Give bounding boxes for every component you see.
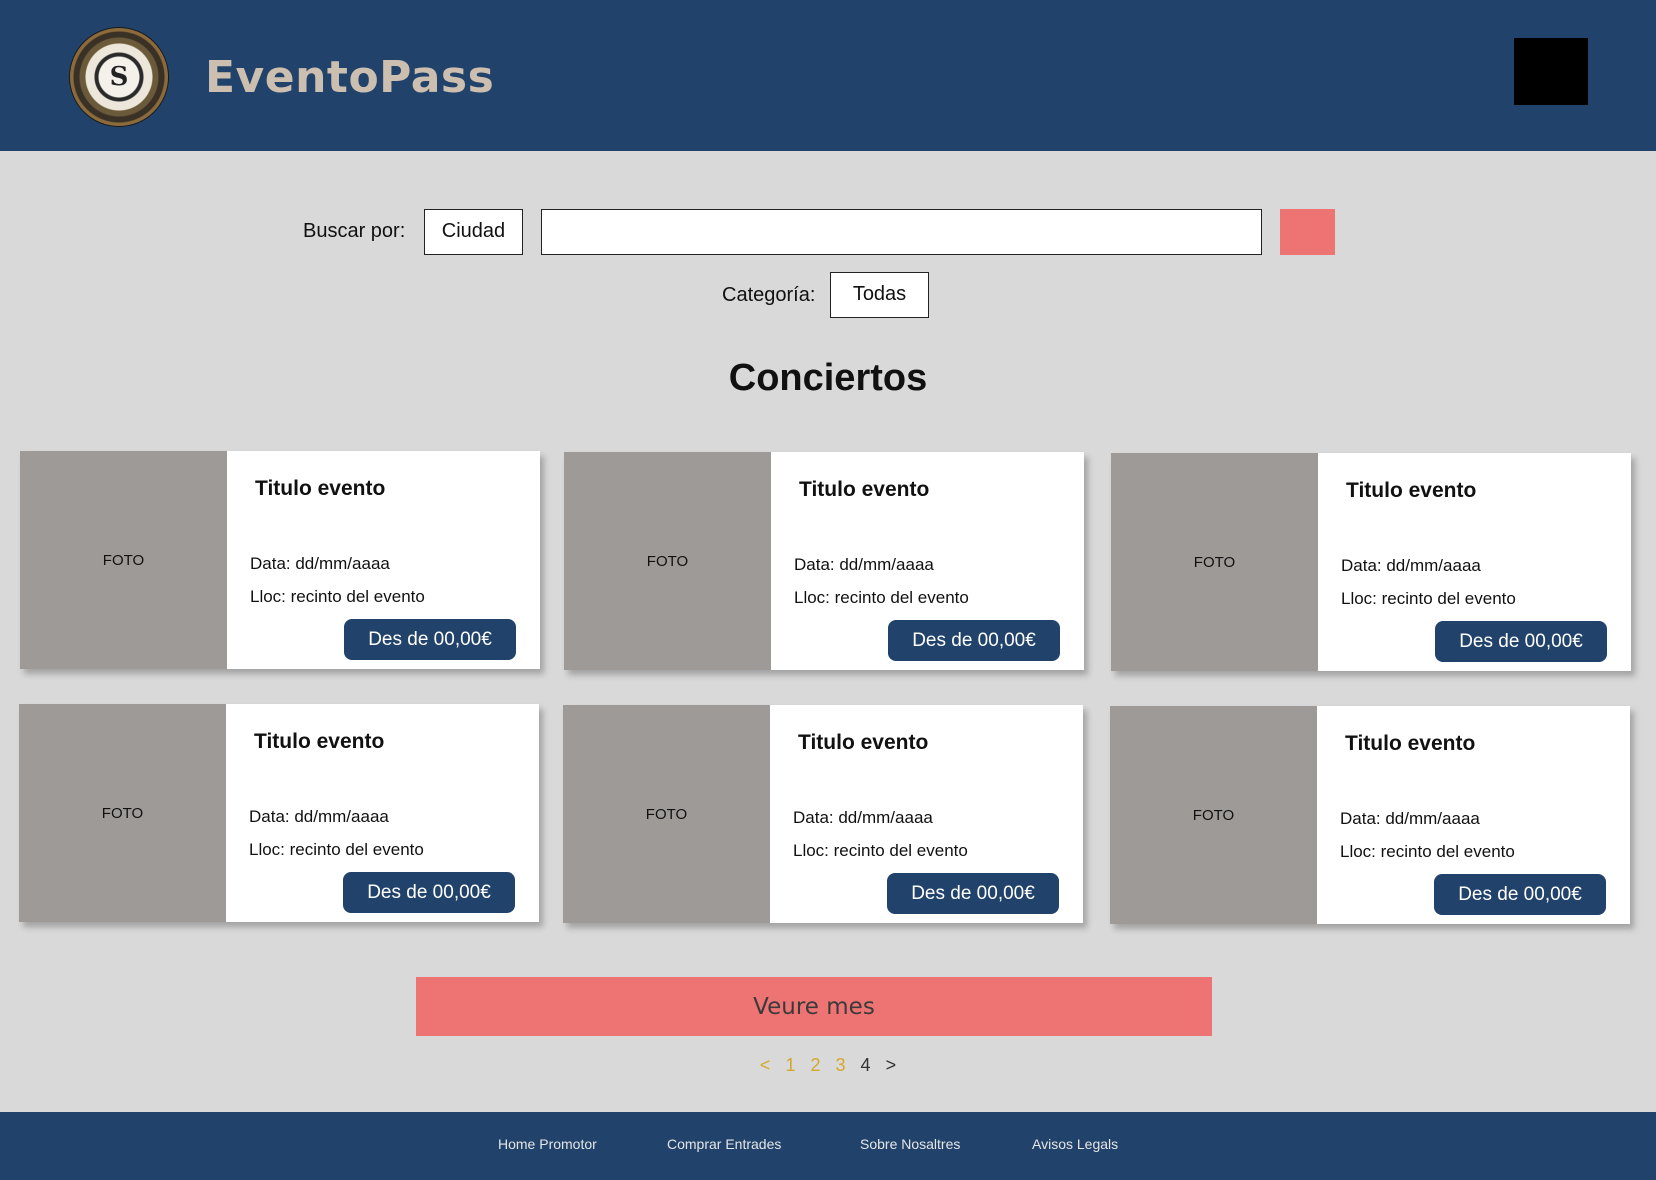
footer-link-home-promotor[interactable]: Home Promotor: [498, 1136, 597, 1152]
event-card[interactable]: FOTO Titulo evento Data: dd/mm/aaaa Lloc…: [563, 705, 1083, 923]
buy-ticket-button[interactable]: Des de 00,00€: [887, 873, 1059, 914]
event-card[interactable]: FOTO Titulo evento Data: dd/mm/aaaa Lloc…: [20, 451, 540, 669]
event-card[interactable]: FOTO Titulo evento Data: dd/mm/aaaa Lloc…: [1111, 453, 1631, 671]
buy-ticket-button[interactable]: Des de 00,00€: [888, 620, 1060, 661]
event-photo: FOTO: [563, 705, 770, 923]
event-card[interactable]: FOTO Titulo evento Data: dd/mm/aaaa Lloc…: [1110, 706, 1630, 924]
buy-ticket-button[interactable]: Des de 00,00€: [344, 619, 516, 660]
event-date: Data: dd/mm/aaaa: [794, 555, 934, 574]
event-photo: FOTO: [20, 451, 227, 669]
event-venue: Lloc: recinto del evento: [794, 588, 969, 607]
event-date: Data: dd/mm/aaaa: [1341, 556, 1481, 575]
brand-logo[interactable]: S: [70, 28, 168, 126]
footer-link-sobre-nosaltres[interactable]: Sobre Nosaltres: [860, 1136, 960, 1152]
buy-ticket-button[interactable]: Des de 00,00€: [343, 872, 515, 913]
page-link[interactable]: 1: [785, 1055, 795, 1076]
buy-ticket-button[interactable]: Des de 00,00€: [1435, 621, 1607, 662]
search-by-label: Buscar por:: [303, 220, 406, 242]
event-venue: Lloc: recinto del evento: [249, 840, 424, 859]
photo-placeholder-label: FOTO: [1192, 806, 1235, 824]
buy-ticket-button[interactable]: Des de 00,00€: [1434, 874, 1606, 915]
photo-placeholder-label: FOTO: [102, 551, 145, 569]
event-title[interactable]: Titulo evento: [255, 477, 385, 501]
page-link[interactable]: 2: [810, 1055, 820, 1076]
event-title[interactable]: Titulo evento: [1345, 732, 1475, 756]
brand-name[interactable]: EventoPass: [205, 52, 494, 103]
next-page-icon[interactable]: >: [886, 1055, 897, 1076]
search-button[interactable]: [1280, 209, 1335, 255]
event-title[interactable]: Titulo evento: [799, 478, 929, 502]
event-photo: FOTO: [564, 452, 771, 670]
event-title[interactable]: Titulo evento: [1346, 479, 1476, 503]
prev-page-icon[interactable]: <: [760, 1055, 771, 1076]
site-footer: Home Promotor Comprar Entrades Sobre Nos…: [0, 1112, 1656, 1180]
event-title[interactable]: Titulo evento: [254, 730, 384, 754]
footer-link-comprar-entrades[interactable]: Comprar Entrades: [667, 1136, 781, 1152]
site-header: S EventoPass: [0, 0, 1656, 151]
logo-emblem: S: [109, 62, 129, 92]
photo-placeholder-label: FOTO: [646, 552, 689, 570]
search-input[interactable]: [541, 209, 1262, 255]
section-title: Conciertos: [728, 357, 928, 399]
search-field-select[interactable]: Ciudad: [424, 209, 523, 255]
event-date: Data: dd/mm/aaaa: [793, 808, 933, 827]
event-card[interactable]: FOTO Titulo evento Data: dd/mm/aaaa Lloc…: [564, 452, 1084, 670]
category-label: Categoría:: [722, 284, 816, 306]
current-page[interactable]: 4: [861, 1055, 871, 1076]
event-photo: FOTO: [1110, 706, 1317, 924]
page-link[interactable]: 3: [836, 1055, 846, 1076]
footer-link-avisos-legals[interactable]: Avisos Legals: [1032, 1136, 1118, 1152]
photo-placeholder-label: FOTO: [101, 804, 144, 822]
event-venue: Lloc: recinto del evento: [793, 841, 968, 860]
pagination: < 1 2 3 4 >: [0, 1055, 1656, 1076]
event-date: Data: dd/mm/aaaa: [250, 554, 390, 573]
photo-placeholder-label: FOTO: [645, 805, 688, 823]
category-select[interactable]: Todas: [830, 272, 929, 318]
event-venue: Lloc: recinto del evento: [1341, 589, 1516, 608]
photo-placeholder-label: FOTO: [1193, 553, 1236, 571]
event-venue: Lloc: recinto del evento: [250, 587, 425, 606]
event-date: Data: dd/mm/aaaa: [249, 807, 389, 826]
event-venue: Lloc: recinto del evento: [1340, 842, 1515, 861]
see-more-button[interactable]: Veure mes: [416, 977, 1212, 1036]
event-photo: FOTO: [19, 704, 226, 922]
event-photo: FOTO: [1111, 453, 1318, 671]
event-card[interactable]: FOTO Titulo evento Data: dd/mm/aaaa Lloc…: [19, 704, 539, 922]
event-title[interactable]: Titulo evento: [798, 731, 928, 755]
event-date: Data: dd/mm/aaaa: [1340, 809, 1480, 828]
user-avatar-icon[interactable]: [1514, 38, 1588, 105]
